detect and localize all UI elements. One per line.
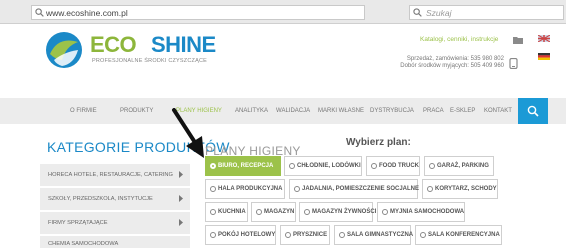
sidebar-item-label: FIRMY SPRZĄTAJĄCE bbox=[48, 220, 108, 226]
plan-biuro-recepcja[interactable]: BIURO, RECEPCJA bbox=[205, 156, 281, 176]
nav-item-analityka[interactable]: ANALITYKA bbox=[235, 98, 268, 124]
sales-phone-text: Sprzedaż, zamówienia: 535 980 802 bbox=[406, 56, 504, 62]
plan-label: BIURO, RECEPCJA bbox=[218, 163, 274, 169]
nav-search-button[interactable] bbox=[518, 98, 548, 124]
eco-shine-logo[interactable]: ECO SHINE PROFESJONALNE ŚRODKI CZYSZCZĄC… bbox=[44, 30, 244, 70]
plan-label: GARAŻ, PARKING bbox=[437, 163, 489, 169]
radio-icon bbox=[294, 186, 300, 192]
plan-label: KUCHNIA bbox=[218, 209, 246, 215]
plan-pokoj-hotelowy[interactable]: POKÓJ HOTELOWY bbox=[205, 225, 276, 245]
plan-label: HALA PRODUKCYJNA bbox=[218, 186, 283, 192]
nav-item-walidacja[interactable]: WALIDACJA bbox=[276, 98, 310, 124]
sidebar-item-label: CHEMIA SAMOCHODOWA bbox=[48, 241, 119, 247]
search-input[interactable]: Szukaj bbox=[409, 5, 564, 20]
browser-toolbar: www.ecoshine.com.pl Szukaj bbox=[0, 0, 566, 24]
plan-label: SALA KONFERENCYJNA bbox=[428, 232, 500, 238]
radio-icon bbox=[420, 232, 426, 238]
search-icon bbox=[527, 105, 539, 117]
language-flags bbox=[537, 32, 551, 68]
radio-icon bbox=[382, 209, 388, 215]
plan-label: POKÓJ HOTELOWY bbox=[218, 232, 276, 238]
plan-korytarz-schody[interactable]: KORYTARZ, SCHODY bbox=[422, 179, 498, 199]
nav-item-marki-wlasne[interactable]: MARKI WŁASNE bbox=[318, 98, 364, 124]
url-text: www.ecoshine.com.pl bbox=[46, 8, 128, 18]
radio-icon bbox=[285, 232, 291, 238]
logo-tagline: PROFESJONALNE ŚRODKI CZYSZCZĄCE bbox=[92, 58, 207, 64]
nav-item-kontakt[interactable]: KONTAKT bbox=[484, 98, 512, 124]
sidebar-item-horeca[interactable]: HORECA HOTELE, RESTAURACJE, CATERING bbox=[40, 164, 190, 186]
radio-icon bbox=[339, 232, 345, 238]
nav-item-praca[interactable]: PRACA bbox=[423, 98, 444, 124]
chevron-right-icon bbox=[179, 219, 183, 226]
plan-jadalnia[interactable]: JADALNIA, POMIESZCZENIE SOCJALNE bbox=[289, 179, 420, 199]
plan-magazyn-zywnosci[interactable]: MAGAZYN ŻYWNOŚCI bbox=[299, 202, 377, 222]
sidebar-item-label: SZKOŁY, PRZEDSZKOLA, INSTYTUCJE bbox=[48, 196, 153, 202]
logo-mark-icon bbox=[46, 32, 82, 68]
chevron-right-icon bbox=[179, 195, 183, 202]
nav-item-e-sklep[interactable]: E-SKLEP bbox=[450, 98, 475, 124]
radio-icon bbox=[371, 163, 377, 169]
plan-prysznice[interactable]: PRYSZNICE bbox=[280, 225, 330, 245]
sidebar-item-label: HORECA HOTELE, RESTAURACJE, CATERING bbox=[48, 172, 173, 178]
radio-icon bbox=[304, 209, 310, 215]
plan-label: FOOD TRUCK bbox=[379, 163, 419, 169]
logo-eco-text: ECO bbox=[90, 32, 137, 57]
nav-item-produkty[interactable]: PRODUKTY bbox=[120, 98, 153, 124]
radio-icon bbox=[210, 186, 216, 192]
main-navigation: O FIRMIE PRODUKTY PLANY HIGIENY ANALITYK… bbox=[0, 98, 566, 124]
plan-kuchnia[interactable]: KUCHNIA bbox=[205, 202, 248, 222]
nav-item-o-firmie[interactable]: O FIRMIE bbox=[70, 98, 97, 124]
sidebar-item-szkoly[interactable]: SZKOŁY, PRZEDSZKOLA, INSTYTUCJE bbox=[40, 188, 190, 210]
search-icon bbox=[35, 8, 44, 17]
plan-label: JADALNIA, POMIESZCZENIE SOCJALNE bbox=[302, 186, 420, 192]
plan-sala-konferencyjna[interactable]: SALA KONFERENCYJNA bbox=[415, 225, 502, 245]
radio-icon bbox=[429, 163, 435, 169]
plan-magazyn[interactable]: MAGAZYN bbox=[251, 202, 296, 222]
choose-plan-label: Wybierz plan: bbox=[346, 137, 411, 148]
flag-german-icon[interactable] bbox=[538, 53, 550, 60]
plan-label: SALA GIMNASTYCZNA bbox=[347, 232, 414, 238]
radio-icon bbox=[256, 209, 262, 215]
plan-label: CHŁODNIE, LODÓWKI bbox=[297, 163, 361, 169]
phone-icon bbox=[509, 58, 518, 69]
search-placeholder: Szukaj bbox=[426, 8, 452, 18]
plan-chlodnie-lodowki[interactable]: CHŁODNIE, LODÓWKI bbox=[284, 156, 362, 176]
folder-icon[interactable] bbox=[513, 36, 523, 44]
plan-label: KORYTARZ, SCHODY bbox=[435, 186, 497, 192]
site-header: ECO SHINE PROFESJONALNE ŚRODKI CZYSZCZĄC… bbox=[0, 24, 566, 98]
sidebar-item-firmy-sprzatajace[interactable]: FIRMY SPRZĄTAJĄCE bbox=[40, 212, 190, 234]
plan-sala-gimnastyczna[interactable]: SALA GIMNASTYCZNA bbox=[334, 225, 414, 245]
radio-icon bbox=[289, 163, 295, 169]
radio-icon bbox=[427, 186, 433, 192]
search-icon bbox=[413, 8, 422, 17]
plan-hala-produkcyjna[interactable]: HALA PRODUKCYJNA bbox=[205, 179, 285, 199]
sidebar-item-chemia-samochodowa[interactable]: CHEMIA SAMOCHODOWA bbox=[40, 236, 190, 248]
arrow-down-icon bbox=[172, 108, 204, 158]
logo-shine-text: SHINE bbox=[151, 32, 216, 57]
chevron-right-icon bbox=[179, 171, 183, 178]
radio-icon bbox=[210, 209, 216, 215]
plan-label: MYJNIA SAMOCHODOWA bbox=[390, 209, 465, 215]
flag-english-icon[interactable] bbox=[537, 34, 551, 43]
plan-label: MAGAZYN bbox=[264, 209, 295, 215]
radio-icon bbox=[210, 232, 216, 238]
advice-phone-text: Dobór środków myjących: 505 409 960 bbox=[400, 63, 504, 69]
plan-myjnia-samochodowa[interactable]: MYJNIA SAMOCHODOWA bbox=[377, 202, 465, 222]
address-bar[interactable]: www.ecoshine.com.pl bbox=[31, 5, 365, 20]
radio-selected-icon bbox=[210, 163, 216, 169]
plan-garaz-parking[interactable]: GARAŻ, PARKING bbox=[424, 156, 494, 176]
catalog-link[interactable]: Katalogi, cenniki, instrukcje bbox=[420, 36, 498, 43]
plan-food-truck[interactable]: FOOD TRUCK bbox=[366, 156, 420, 176]
nav-item-dystrybucja[interactable]: DYSTRYBUCJA bbox=[370, 98, 414, 124]
plan-label: PRYSZNICE bbox=[293, 232, 328, 238]
plan-label: MAGAZYN ŻYWNOŚCI bbox=[312, 209, 377, 215]
